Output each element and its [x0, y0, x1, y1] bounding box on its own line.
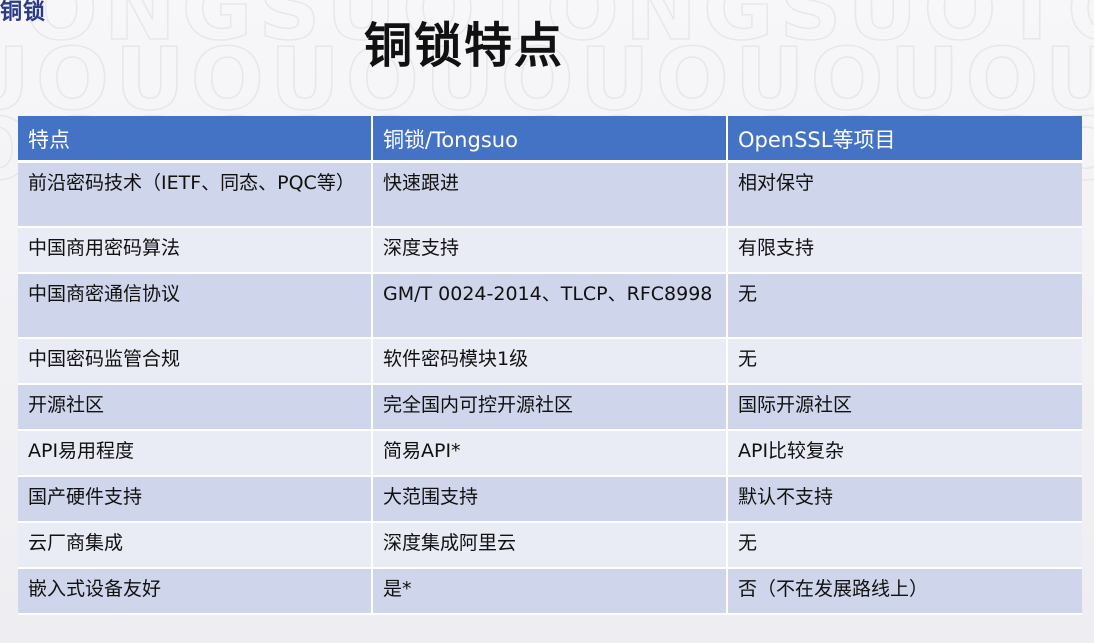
- comparison-table: 特点 铜锁/Tongsuo OpenSSL等项目 前沿密码技术（IETF、同态、…: [18, 116, 1082, 615]
- cell-openssl: 有限支持: [727, 227, 1082, 274]
- cell-tongsuo: 软件密码模块1级: [372, 338, 728, 385]
- cell-openssl: 否（不在发展路线上）: [727, 568, 1082, 615]
- header-openssl: OpenSSL等项目: [727, 116, 1082, 163]
- cell-feature: 前沿密码技术（IETF、同态、PQC等）: [18, 161, 373, 228]
- header-feature: 特点: [18, 116, 373, 163]
- cell-openssl: 国际开源社区: [727, 384, 1082, 431]
- cell-tongsuo: GM/T 0024-2014、TLCP、RFC8998: [372, 273, 728, 339]
- table-row: 嵌入式设备友好 是* 否（不在发展路线上）: [18, 568, 1082, 615]
- cell-tongsuo: 简易API*: [372, 430, 728, 477]
- cell-tongsuo: 大范围支持: [372, 476, 728, 523]
- cell-openssl: 相对保守: [727, 161, 1082, 228]
- cell-feature: 云厂商集成: [18, 522, 373, 569]
- cell-tongsuo: 快速跟进: [372, 161, 728, 228]
- cell-feature: 嵌入式设备友好: [18, 568, 373, 615]
- cell-feature: 开源社区: [18, 384, 373, 431]
- cell-feature: 国产硬件支持: [18, 476, 373, 523]
- cell-feature: 中国商密通信协议: [18, 273, 373, 339]
- cell-feature: 中国商用密码算法: [18, 227, 373, 274]
- table-header-row: 特点 铜锁/Tongsuo OpenSSL等项目: [18, 116, 1082, 163]
- cell-openssl: 无: [727, 273, 1082, 339]
- table-row: 开源社区 完全国内可控开源社区 国际开源社区: [18, 384, 1082, 431]
- slide-title: 铜锁特点: [363, 18, 564, 74]
- slide: TONGSUOTONGSUOTONGSUO UOUOUOUOUOUOUOUOUO…: [0, 0, 1094, 643]
- header-tongsuo: 铜锁/Tongsuo: [372, 116, 728, 163]
- cell-openssl: 默认不支持: [727, 476, 1082, 523]
- cell-tongsuo: 深度支持: [372, 227, 728, 274]
- cell-tongsuo: 完全国内可控开源社区: [372, 384, 728, 431]
- cell-tongsuo: 是*: [372, 568, 728, 615]
- table-row: 云厂商集成 深度集成阿里云 无: [18, 522, 1082, 569]
- cell-openssl: 无: [727, 338, 1082, 385]
- table-row: 中国商密通信协议 GM/T 0024-2014、TLCP、RFC8998 无: [18, 273, 1082, 339]
- table-row: 中国密码监管合规 软件密码模块1级 无: [18, 338, 1082, 385]
- cell-openssl: API比较复杂: [727, 430, 1082, 477]
- cell-tongsuo: 深度集成阿里云: [372, 522, 728, 569]
- cell-feature: API易用程度: [18, 430, 373, 477]
- table-row: 前沿密码技术（IETF、同态、PQC等） 快速跟进 相对保守: [18, 161, 1082, 228]
- table-row: API易用程度 简易API* API比较复杂: [18, 430, 1082, 477]
- cell-feature: 中国密码监管合规: [18, 338, 373, 385]
- table-row: 中国商用密码算法 深度支持 有限支持: [18, 227, 1082, 274]
- table-row: 国产硬件支持 大范围支持 默认不支持: [18, 476, 1082, 523]
- cell-openssl: 无: [727, 522, 1082, 569]
